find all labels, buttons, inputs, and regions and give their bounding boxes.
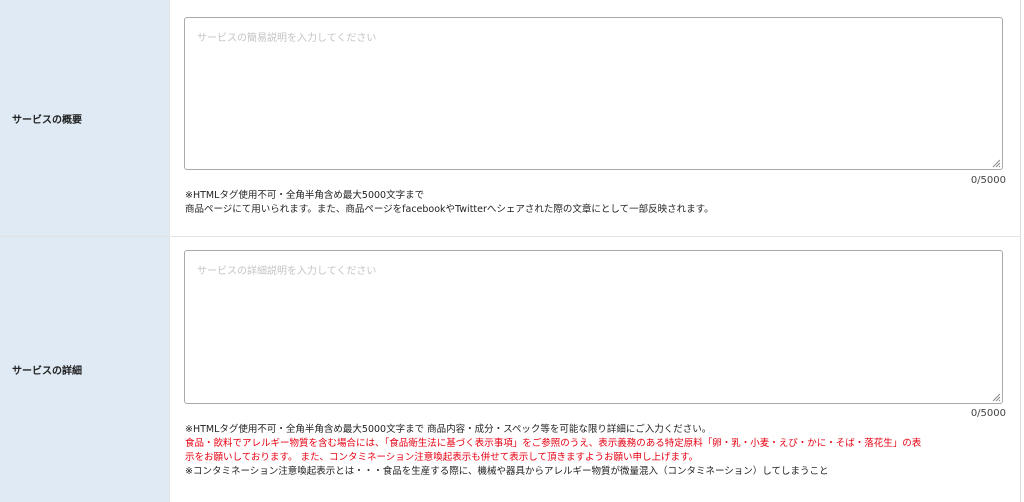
allergy-warning-line: 食品・飲料でアレルギー物質を含む場合には、「食品衛生法に基づく表示事項」をご参照… bbox=[185, 438, 922, 449]
service-overview-row: サービスの概要 サービスの簡易説明を入力してください 0/5000 ※HTMLタ… bbox=[0, 0, 1021, 237]
service-detail-placeholder: サービスの詳細説明を入力してください bbox=[197, 266, 377, 277]
note-line: ※HTMLタグ使用不可・全角半角含め最大5000文字まで bbox=[185, 190, 425, 201]
note-line: ※HTMLタグ使用不可・全角半角含め最大5000文字まで 商品内容・成分・スペッ… bbox=[185, 424, 712, 435]
service-overview-char-counter: 0/5000 bbox=[970, 175, 1006, 186]
service-overview-body: サービスの簡易説明を入力してください 0/5000 ※HTMLタグ使用不可・全角… bbox=[170, 0, 1021, 236]
service-overview-notes: ※HTMLタグ使用不可・全角半角含め最大5000文字まで 商品ページにて用いられ… bbox=[185, 189, 714, 217]
service-overview-textarea[interactable]: サービスの簡易説明を入力してください bbox=[184, 17, 1003, 170]
note-line: 商品ページにて用いられます。また、商品ページをfacebookやTwitterへ… bbox=[185, 204, 714, 215]
service-overview-placeholder: サービスの簡易説明を入力してください bbox=[197, 33, 377, 44]
service-form-table: サービスの概要 サービスの簡易説明を入力してください 0/5000 ※HTMLタ… bbox=[0, 0, 1021, 502]
service-detail-char-counter: 0/5000 bbox=[970, 408, 1006, 419]
resize-grip-icon[interactable] bbox=[991, 392, 1001, 402]
service-detail-body: サービスの詳細説明を入力してください 0/5000 ※HTMLタグ使用不可・全角… bbox=[170, 237, 1021, 502]
note-line: ※コンタミネーション注意喚起表示とは・・・食品を生産する際に、機械や器具からアレ… bbox=[185, 466, 829, 477]
service-detail-textarea[interactable]: サービスの詳細説明を入力してください bbox=[184, 250, 1003, 404]
service-detail-label: サービスの詳細 bbox=[0, 237, 170, 502]
service-overview-label: サービスの概要 bbox=[0, 0, 170, 236]
allergy-warning-line: 示をお願いしております。 また、コンタミネーション注意喚起表示も併せて表示して頂… bbox=[185, 452, 699, 463]
resize-grip-icon[interactable] bbox=[991, 158, 1001, 168]
service-detail-notes: ※HTMLタグ使用不可・全角半角含め最大5000文字まで 商品内容・成分・スペッ… bbox=[185, 423, 921, 479]
service-detail-row: サービスの詳細 サービスの詳細説明を入力してください 0/5000 ※HTMLタ… bbox=[0, 237, 1021, 502]
